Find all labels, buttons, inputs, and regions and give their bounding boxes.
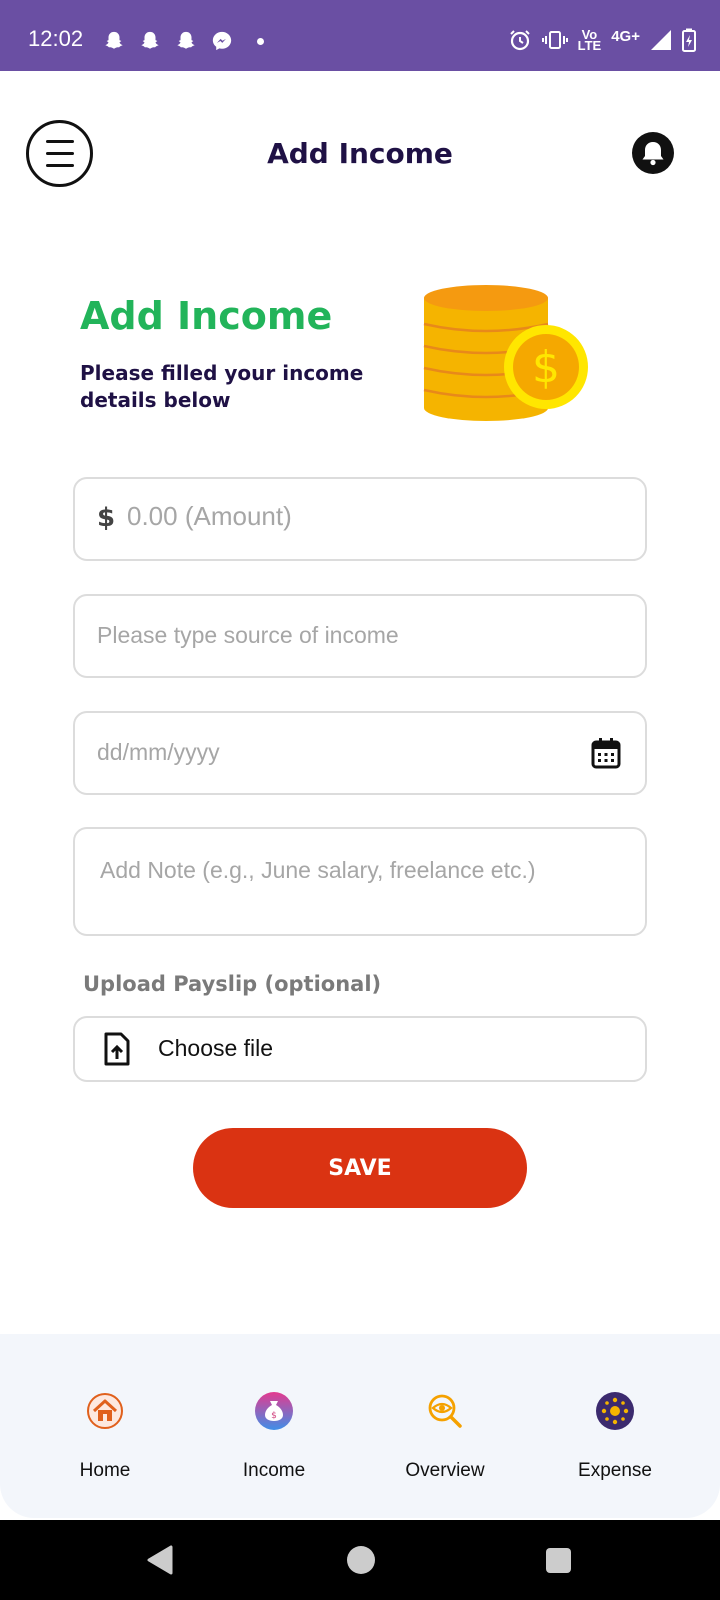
home-button[interactable] — [347, 1546, 375, 1574]
recents-button[interactable] — [546, 1548, 571, 1573]
more-notifications-dot — [257, 38, 264, 45]
system-nav-bar — [0, 1520, 720, 1600]
notifications-button[interactable] — [632, 132, 674, 174]
snapchat-icon — [141, 31, 159, 49]
coins-icon: $ — [423, 285, 588, 421]
alarm-icon — [509, 30, 530, 51]
nav-label-expense: Expense — [578, 1460, 652, 1481]
calendar-icon[interactable] — [591, 737, 621, 769]
nav-label-home: Home — [79, 1460, 131, 1481]
network-type: 4G+ — [611, 27, 640, 45]
status-time: 12:02 — [28, 26, 84, 51]
nav-label-overview: Overview — [405, 1460, 485, 1481]
amount-placeholder: 0.00 (Amount) — [127, 501, 292, 531]
choose-file-label: Choose file — [158, 1035, 274, 1061]
date-input[interactable]: dd/mm/yyyy — [73, 711, 647, 795]
vibrate-icon — [541, 31, 568, 49]
status-right-icons: Vo LTE 4G+ — [508, 26, 696, 54]
app-header: Add Income — [0, 71, 720, 241]
choose-file-button[interactable]: Choose file — [73, 1016, 647, 1082]
signal-icon — [651, 30, 671, 50]
nav-item-home[interactable]: Home — [20, 1334, 190, 1518]
svg-text:$: $ — [271, 1411, 277, 1421]
snapchat-icon — [105, 31, 123, 49]
search-eye-icon — [428, 1394, 462, 1428]
bell-icon — [642, 142, 664, 166]
save-button[interactable]: SAVE — [193, 1128, 527, 1208]
dollar-icon: $ — [97, 503, 116, 533]
hero-title: Add Income — [80, 294, 333, 338]
date-placeholder: dd/mm/yyyy — [97, 739, 220, 765]
upload-payslip-label: Upload Payslip (optional) — [83, 972, 382, 996]
battery-charging-icon — [682, 28, 696, 52]
note-input[interactable]: Add Note (e.g., June salary, freelance e… — [73, 827, 647, 936]
status-bar: 12:02 Vo LTE 4G+ — [0, 0, 720, 71]
hero-subtitle: Please filled your income details below — [80, 361, 364, 412]
amount-input[interactable]: $ 0.00 (Amount) — [73, 477, 647, 561]
expense-icon — [596, 1392, 634, 1430]
income-source-input[interactable]: Please type source of income — [73, 594, 647, 678]
nav-label-income: Income — [242, 1460, 306, 1481]
nav-item-overview[interactable]: Overview — [360, 1334, 530, 1518]
snapchat-icon — [177, 31, 195, 49]
page-title: Add Income — [267, 137, 453, 170]
volte-icon: Vo LTE — [577, 27, 602, 53]
nav-item-income[interactable]: $ Income — [189, 1334, 359, 1518]
home-icon — [87, 1393, 123, 1429]
file-upload-icon — [104, 1032, 130, 1066]
back-icon[interactable] — [146, 1544, 174, 1576]
nav-item-expense[interactable]: Expense — [530, 1334, 700, 1518]
svg-text:$: $ — [532, 342, 560, 393]
income-source-placeholder: Please type source of income — [97, 622, 399, 648]
messenger-icon — [212, 31, 232, 51]
note-placeholder: Add Note (e.g., June salary, freelance e… — [100, 857, 536, 883]
bottom-nav: Home $ Income Overview Expense — [0, 1334, 720, 1518]
money-bag-icon: $ — [255, 1392, 293, 1430]
